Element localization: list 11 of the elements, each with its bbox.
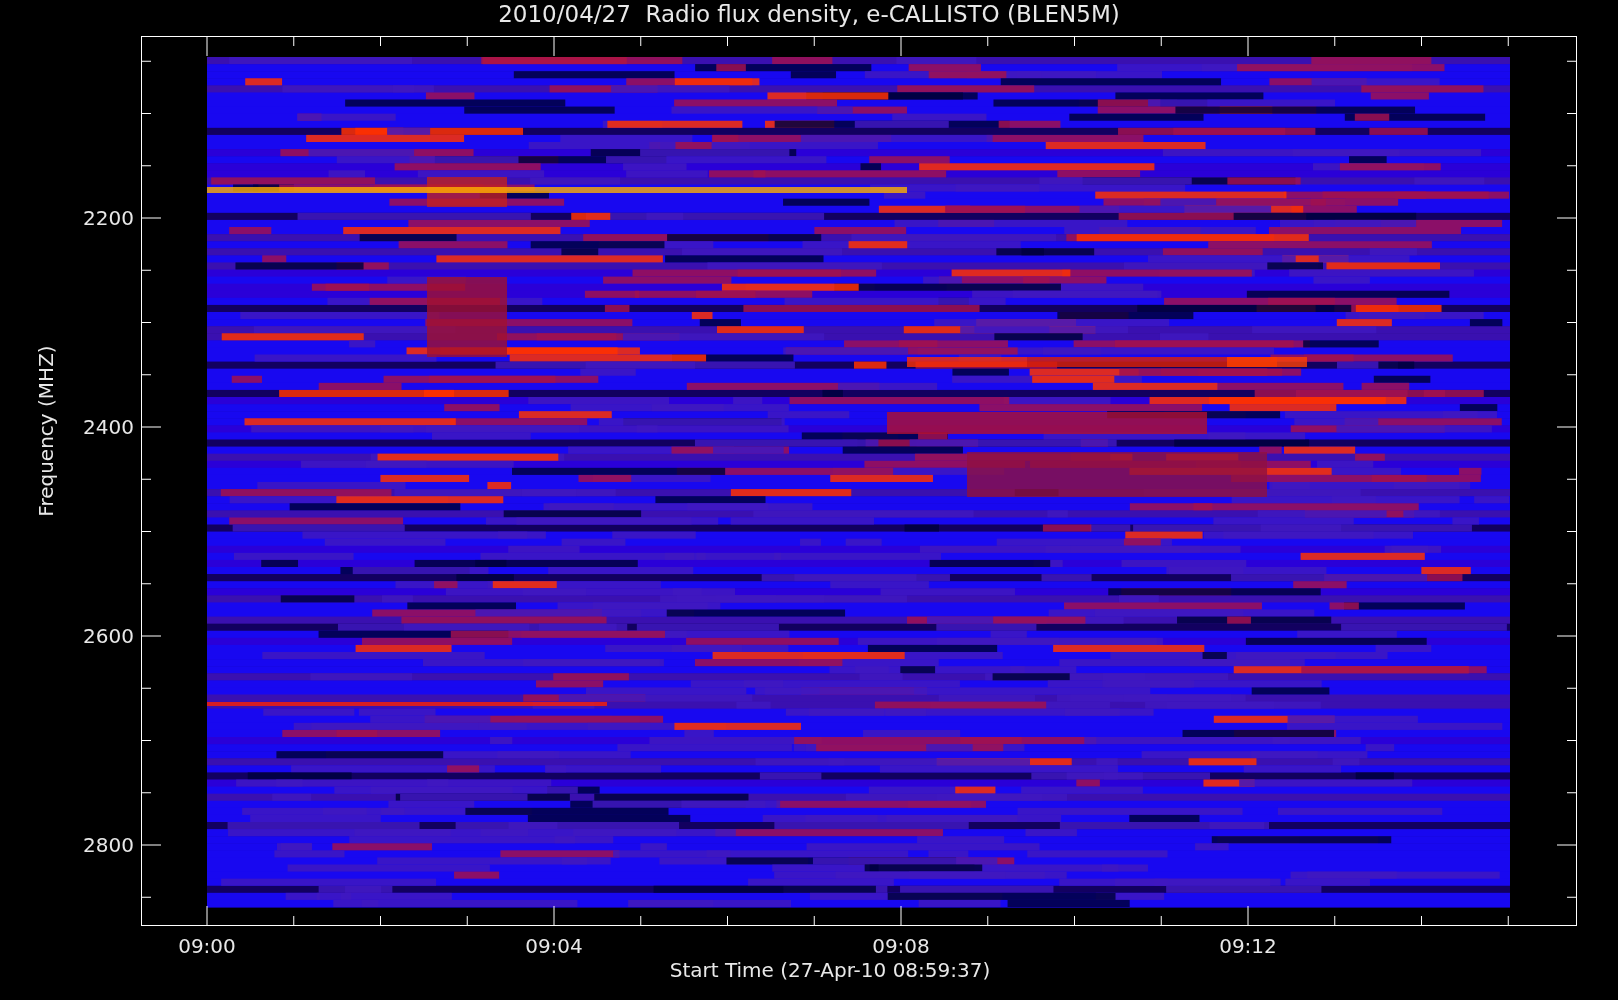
x-tick-label: 09:04	[524, 935, 584, 956]
x-tick-label: 09:12	[1218, 935, 1278, 956]
y-tick-label: 2800	[82, 834, 134, 855]
x-tick-label: 09:00	[177, 935, 237, 956]
chart-title: 2010/04/27 Radio flux density, e-CALLISTO (BLEN5M)	[498, 3, 1120, 29]
x-axis-label: Start Time (27-Apr-10 08:59:37)	[668, 959, 992, 980]
y-axis-label: Frequency (MHZ)	[36, 344, 56, 519]
y-tick-label: 2400	[82, 416, 134, 437]
x-tick-label: 09:08	[871, 935, 931, 956]
y-tick-label: 2200	[82, 207, 134, 228]
y-tick-label: 2600	[82, 625, 134, 646]
